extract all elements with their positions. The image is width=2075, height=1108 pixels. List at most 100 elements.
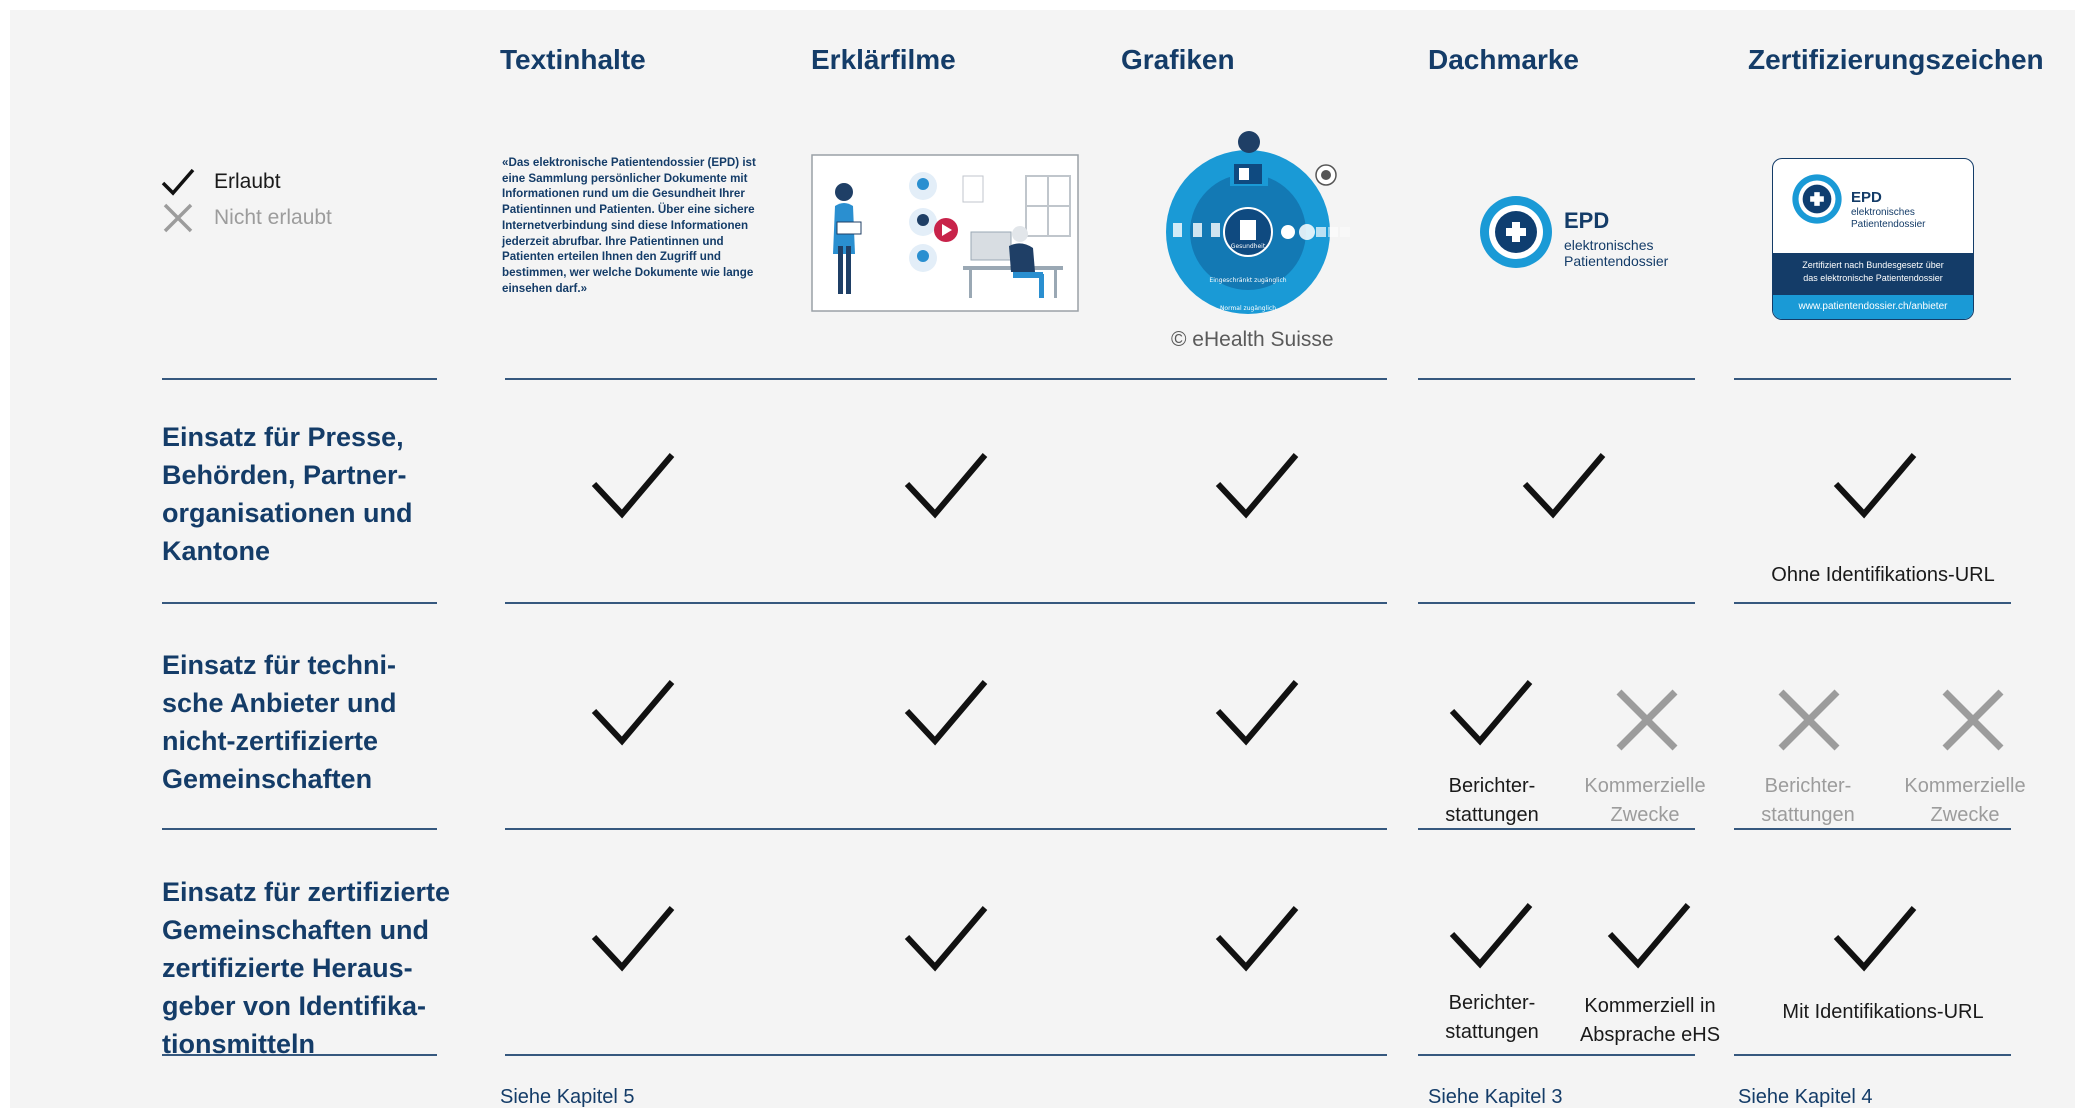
legend-allowed: Erlaubt xyxy=(160,167,281,197)
row-label-press: Einsatz für Presse, Behörden, Partner- o… xyxy=(162,418,413,570)
caption-line: Zwecke xyxy=(1610,804,1680,826)
dachmarke-logo-line1: elektronisches xyxy=(1564,237,1654,253)
epd-cert-icon xyxy=(1792,174,1842,224)
row-label-line: Behörden, Partner- xyxy=(162,460,407,490)
divider-label-col xyxy=(162,378,437,380)
caption-line: Berichter- xyxy=(1448,775,1536,797)
check-icon xyxy=(1449,903,1533,969)
grafik-copyright: © eHealth Suisse xyxy=(1171,328,1334,351)
cross-icon xyxy=(1942,689,2004,751)
cross-icon xyxy=(163,203,193,233)
ring-label-center: Gesundheit xyxy=(1231,243,1266,250)
divider-zert-col xyxy=(1734,378,2011,380)
ring-label-outer: Normal zugänglich xyxy=(1220,305,1276,312)
check-icon xyxy=(1522,453,1606,519)
cross-icon xyxy=(1778,689,1840,751)
permission-matrix: Textinhalte Erklärfilme Grafiken Dachmar… xyxy=(10,10,2075,1108)
explainer-video-thumbnail xyxy=(811,154,1079,312)
check-icon xyxy=(591,453,675,519)
caption-line: stattungen xyxy=(1445,1021,1539,1043)
dach-caption-row2-left: Berichter- stattungen xyxy=(1422,772,1562,830)
check-icon xyxy=(1607,903,1691,969)
row-label-line: Kantone xyxy=(162,536,270,566)
cert-url: www.patientendossier.ch/anbieter xyxy=(1773,295,1973,319)
row-label-tech-providers: Einsatz für techni- sche Anbieter und ni… xyxy=(162,646,397,798)
divider-dachmarke-col xyxy=(1418,1054,1695,1056)
zert-caption-row3: Mit Identifikations-URL xyxy=(1782,1001,1984,1023)
sample-text-block: «Das elektronische Patientendossier (EPD… xyxy=(502,156,756,295)
divider-media-cols xyxy=(505,602,1387,604)
cert-band: Zertifiziert nach Bundesgesetz über das … xyxy=(1773,253,1973,295)
divider-label-col xyxy=(162,828,437,830)
check-icon xyxy=(904,680,988,746)
zert-caption-row2-left: Berichter- stattungen xyxy=(1738,772,1878,830)
check-icon xyxy=(1449,680,1533,746)
dachmarke-logo-title: EPD xyxy=(1564,208,1610,233)
legend-allowed-label: Erlaubt xyxy=(214,170,281,193)
caption-line: Kommerzielle xyxy=(1904,775,2026,797)
divider-dachmarke-col xyxy=(1418,602,1695,604)
column-header-dachmarke: Dachmarke xyxy=(1428,44,1579,75)
dach-caption-row2-right: Kommerzielle Zwecke xyxy=(1570,772,1720,830)
cross-icon xyxy=(1616,689,1678,751)
caption-line: Zwecke xyxy=(1930,804,2000,826)
caption-line: stattungen xyxy=(1761,804,1855,826)
caption-line: Kommerziell in xyxy=(1584,995,1716,1017)
caption-line: stattungen xyxy=(1445,804,1539,826)
ring-label-inner: Eingeschränkt zugänglich xyxy=(1209,277,1286,284)
check-icon xyxy=(591,680,675,746)
row-label-line: sche Anbieter und xyxy=(162,688,397,718)
dachmarke-logo-subtitle: elektronisches Patientendossier xyxy=(1564,237,1668,269)
check-icon xyxy=(904,453,988,519)
footer-link-kapitel-3[interactable]: Siehe Kapitel 3 xyxy=(1428,1086,1563,1108)
legend-not-allowed: Nicht erlaubt xyxy=(160,203,332,233)
row-label-certified: Einsatz für zertifizierte Gemeinschaften… xyxy=(162,873,450,1063)
row-label-line: Gemeinschaften und xyxy=(162,915,430,945)
zert-caption-row2-right: Kommerzielle Zwecke xyxy=(1890,772,2040,830)
divider-media-cols xyxy=(505,1054,1387,1056)
cert-band-line1: Zertifiziert nach Bundesgesetz über xyxy=(1802,260,1944,270)
certification-mark: EPD elektronisches Patientendossier Zert… xyxy=(1772,158,1974,320)
footer-link-kapitel-5[interactable]: Siehe Kapitel 5 xyxy=(500,1086,635,1108)
cert-logo-subtitle: elektronisches Patientendossier xyxy=(1851,207,1926,231)
row-label-line: nicht-zertifizierte xyxy=(162,726,379,756)
row-label-line: Gemeinschaften xyxy=(162,764,373,794)
dachmarke-logo: EPD elektronisches Patientendossier xyxy=(1478,184,1688,284)
caption-line: Berichter- xyxy=(1764,775,1852,797)
caption-line: Berichter- xyxy=(1448,992,1536,1014)
row-label-line: Einsatz für Presse, xyxy=(162,422,404,452)
column-header-textinhalte: Textinhalte xyxy=(500,44,646,75)
epd-logo-icon xyxy=(1480,196,1552,268)
caption-line: Kommerzielle xyxy=(1584,775,1706,797)
cert-logo-title: EPD xyxy=(1851,189,1882,206)
check-icon xyxy=(1833,906,1917,972)
footer-link-kapitel-4[interactable]: Siehe Kapitel 4 xyxy=(1738,1086,1873,1108)
legend-not-allowed-label: Nicht erlaubt xyxy=(214,206,332,229)
dach-caption-row3-right: Kommerziell in Absprache eHS xyxy=(1568,992,1732,1050)
divider-dachmarke-col xyxy=(1418,378,1695,380)
check-icon xyxy=(1215,906,1299,972)
row-label-line: zertifizierte Heraus- xyxy=(162,953,413,983)
divider-media-cols xyxy=(505,828,1387,830)
divider-zert-col xyxy=(1734,602,2011,604)
row-label-line: tionsmitteln xyxy=(162,1029,315,1059)
check-icon xyxy=(1215,680,1299,746)
cert-logo-line1: elektronisches xyxy=(1851,207,1915,218)
cert-band-line2: das elektronische Patientendossier xyxy=(1803,273,1943,283)
check-icon xyxy=(591,906,675,972)
column-header-zertifizierungszeichen: Zertifizierungszeichen xyxy=(1748,44,2044,75)
divider-media-cols xyxy=(505,378,1387,380)
divider-label-col xyxy=(162,602,437,604)
column-header-grafiken: Grafiken xyxy=(1121,44,1235,75)
row-label-line: geber von Identifika- xyxy=(162,991,427,1021)
dachmarke-logo-line2: Patientendossier xyxy=(1564,253,1669,269)
check-icon xyxy=(904,906,988,972)
epd-circle-graphic: Gesundheit Eingeschränkt zugänglich Norm… xyxy=(1166,131,1350,314)
column-header-erklaerfilme: Erklärfilme xyxy=(811,44,956,75)
caption-line: Absprache eHS xyxy=(1579,1024,1721,1046)
zert-caption-row1: Ohne Identifikations-URL xyxy=(1771,564,1995,586)
check-icon xyxy=(161,168,195,196)
row-label-line: organisationen und xyxy=(162,498,413,528)
row-label-line: Einsatz für techni- xyxy=(162,650,397,680)
dach-caption-row3-left: Berichter- stattungen xyxy=(1422,989,1562,1047)
